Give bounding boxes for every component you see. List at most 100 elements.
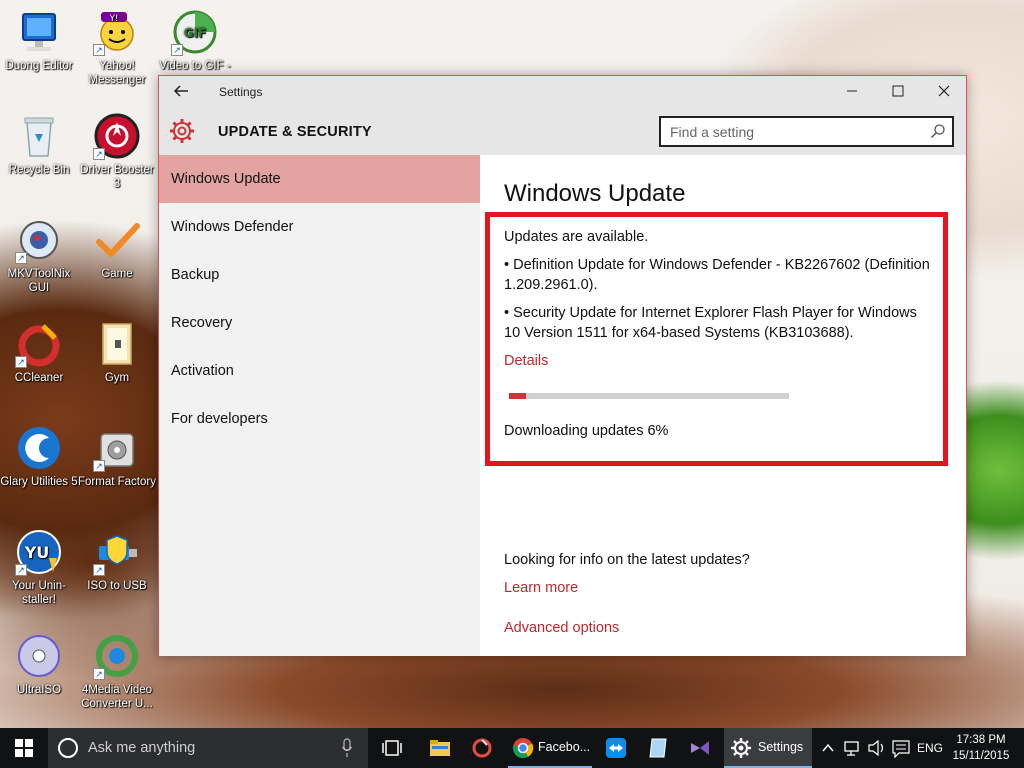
desktop-icon-format-factory[interactable]: ↗ Format Factory <box>78 424 156 489</box>
clock-date: 15/11/2015 <box>952 750 1010 762</box>
search-icon[interactable] <box>930 123 946 139</box>
chrome-icon <box>512 738 534 759</box>
desktop-icon-duong-editor[interactable]: Duong Editor <box>0 8 78 73</box>
taskbar-notepad[interactable] <box>638 728 678 768</box>
cortana-search-box[interactable]: Ask me anything <box>48 728 368 768</box>
window-title: Settings <box>219 85 263 99</box>
advanced-options-link[interactable]: Advanced options <box>504 620 619 636</box>
gear-icon <box>169 118 195 144</box>
taskbar-app-label: Facebo... <box>538 740 591 754</box>
taskbar-app-label: Settings <box>758 740 804 754</box>
taskbar-settings[interactable]: Settings <box>724 728 812 768</box>
iso-to-usb-icon: ↗ <box>93 528 141 576</box>
volume-button[interactable] <box>866 728 888 768</box>
taskbar-chrome-facebook[interactable]: Facebo... <box>508 728 592 768</box>
show-hidden-icons-button[interactable] <box>818 728 838 768</box>
yahoo-messenger-icon: Y! ↗ <box>93 8 141 56</box>
desktop-icon-label: MKVToolNix GUI <box>7 268 71 294</box>
desktop-icon-glary-utilities[interactable]: Glary Utilities 5 <box>0 424 78 489</box>
desktop-icon-yahoo-messenger[interactable]: Y! ↗ Yahoo! Messenger <box>78 8 156 87</box>
update-status-text: Updates are available. <box>504 229 649 245</box>
nav-item-windows-defender[interactable]: Windows Defender <box>159 203 480 251</box>
teamviewer-icon <box>606 738 626 758</box>
taskbar-ccleaner[interactable] <box>462 728 502 768</box>
search-input[interactable] <box>661 118 921 145</box>
desktop-icon-label: Driver Booster 3 <box>80 164 154 190</box>
title-bar: Settings <box>159 76 966 108</box>
microphone-icon[interactable] <box>341 738 353 758</box>
learn-more-link[interactable]: Learn more <box>504 580 578 596</box>
file-explorer-icon <box>430 740 450 756</box>
glary-icon <box>15 424 63 472</box>
svg-text:YU: YU <box>24 543 50 562</box>
input-language[interactable]: ENG <box>914 728 946 768</box>
desktop-icon-your-uninstaller[interactable]: YU ↗ Your Unin-staller! <box>0 528 78 607</box>
section-title: UPDATE & SECURITY <box>218 124 372 140</box>
ccleaner-icon: ↗ <box>15 320 63 368</box>
desktop-icon-video-to-gif[interactable]: GIF ↗ Video to GIF - <box>156 8 234 73</box>
desktop-icon-mkvtoolnix[interactable]: ↗ MKVToolNix GUI <box>0 216 78 295</box>
system-clock[interactable]: 17:38 PM 15/11/2015 <box>946 732 1016 764</box>
nav-item-activation[interactable]: Activation <box>159 347 480 395</box>
settings-window: Settings UPDATE & SECURITY Find a settin… <box>158 75 967 656</box>
desktop-icon-label: UltraISO <box>16 684 62 696</box>
desktop-icon-label: Format Factory <box>78 476 156 488</box>
monitor-icon <box>15 8 63 56</box>
desktop-icon-label: 4Media Video Converter U... <box>81 684 153 710</box>
close-button[interactable] <box>921 76 967 108</box>
desktop-icon-label: Video to GIF - <box>159 60 231 72</box>
nav-item-windows-update[interactable]: Windows Update <box>159 155 480 203</box>
desktop-icon-ccleaner[interactable]: ↗ CCleaner <box>0 320 78 385</box>
taskbar-visual-studio[interactable] <box>680 728 720 768</box>
driver-booster-icon: ↗ <box>93 112 141 160</box>
close-icon <box>938 85 950 97</box>
details-link[interactable]: Details <box>504 353 548 369</box>
desktop-icon-4media-video-converter[interactable]: ↗ 4Media Video Converter U... <box>78 632 156 711</box>
desktop-icon-iso-to-usb[interactable]: ↗ ISO to USB <box>78 528 156 593</box>
update-item: • Definition Update for Windows Defender… <box>504 257 930 293</box>
desktop-icon-game[interactable]: Game <box>78 216 156 281</box>
find-setting-search[interactable] <box>659 116 954 147</box>
updates-highlight-box: Updates are available. • Definition Upda… <box>485 212 948 466</box>
visual-studio-icon <box>691 741 709 755</box>
desktop-icon-recycle-bin[interactable]: Recycle Bin <box>0 112 78 177</box>
start-button[interactable] <box>0 728 48 768</box>
download-progress-fill <box>509 393 526 399</box>
disc-icon <box>15 632 63 680</box>
desktop-icon-gym[interactable]: Gym <box>78 320 156 385</box>
cortana-placeholder: Ask me anything <box>88 740 196 756</box>
task-view-button[interactable] <box>372 728 412 768</box>
clock-time: 17:38 PM <box>956 734 1006 746</box>
nav-item-for-developers[interactable]: For developers <box>159 395 480 443</box>
desktop-icon-label: Glary Utilities 5 <box>0 476 78 488</box>
network-icon <box>844 741 859 756</box>
svg-text:GIF: GIF <box>184 26 207 40</box>
windows-update-pane: Windows Update Updates are available. • … <box>480 155 966 656</box>
maximize-button[interactable] <box>875 76 921 108</box>
desktop-icon-ultraiso[interactable]: UltraISO <box>0 632 78 697</box>
nav-item-backup[interactable]: Backup <box>159 251 480 299</box>
uninstaller-icon: YU ↗ <box>15 528 63 576</box>
desktop-icon-label: CCleaner <box>14 372 64 384</box>
taskbar-teamviewer[interactable] <box>596 728 636 768</box>
taskbar-file-explorer[interactable] <box>420 728 460 768</box>
nav-item-recovery[interactable]: Recovery <box>159 299 480 347</box>
network-button[interactable] <box>842 728 864 768</box>
update-item: • Security Update for Internet Explorer … <box>504 305 917 341</box>
taskbar: Ask me anything Facebo... Settings ENG 1… <box>0 728 1024 768</box>
minimize-button[interactable] <box>829 76 875 108</box>
notepad-icon <box>649 738 667 758</box>
page-title: Windows Update <box>504 180 686 207</box>
gif-icon: GIF ↗ <box>171 8 219 56</box>
desktop-icon-driver-booster[interactable]: ↗ Driver Booster 3 <box>78 112 156 191</box>
back-arrow-icon[interactable] <box>173 83 193 101</box>
action-center-button[interactable] <box>890 728 912 768</box>
action-center-icon <box>892 740 910 759</box>
maximize-icon <box>892 85 904 97</box>
download-status-text: Downloading updates 6% <box>504 423 669 439</box>
desktop-icon-label: Duong Editor <box>5 60 73 72</box>
desktop-icon-label: Your Unin-staller! <box>12 580 66 606</box>
desktop-icon-label: Recycle Bin <box>8 164 70 176</box>
video-converter-icon: ↗ <box>93 632 141 680</box>
checkmark-icon <box>93 216 141 264</box>
